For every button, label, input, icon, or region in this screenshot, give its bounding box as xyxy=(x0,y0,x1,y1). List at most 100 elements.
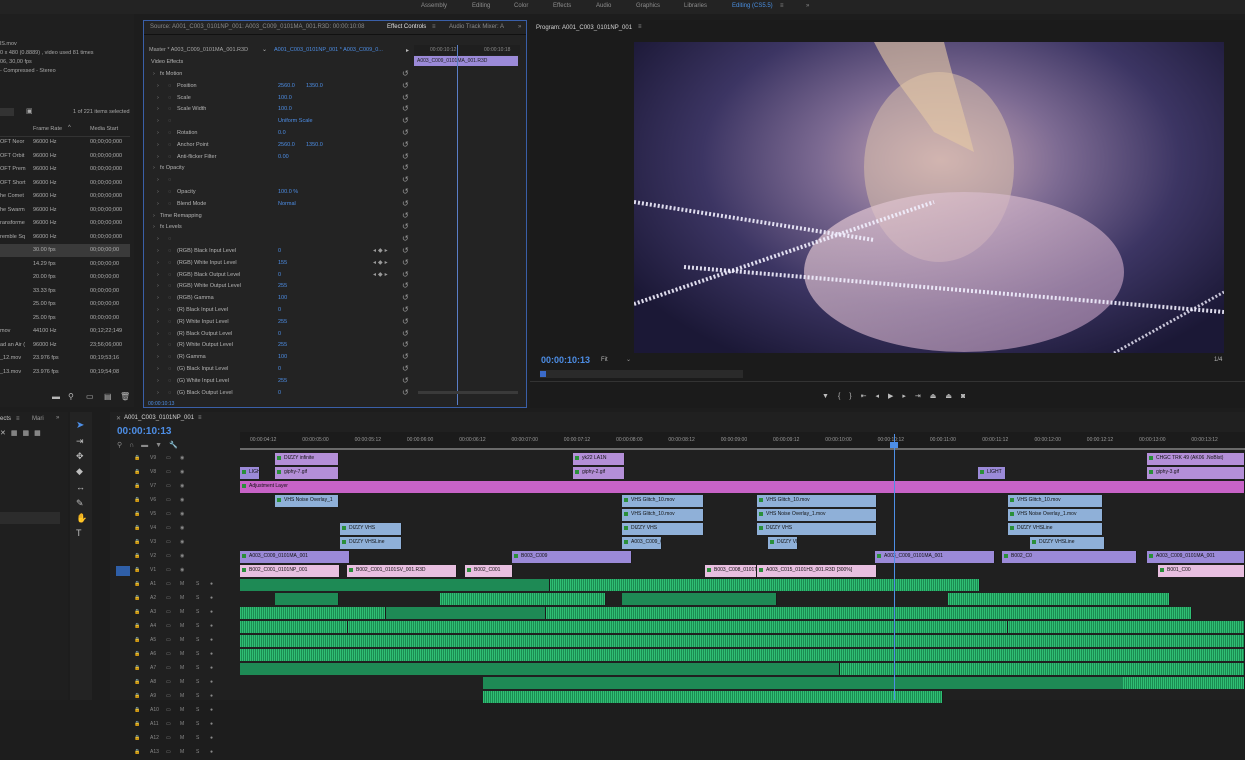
close-icon[interactable]: ✕ xyxy=(0,430,11,437)
lock-icon[interactable]: 🔒 xyxy=(134,539,140,545)
tab-overflow-icon[interactable]: » xyxy=(518,24,521,30)
mute-button[interactable]: M xyxy=(180,651,184,657)
workspace-effects[interactable]: Effects xyxy=(553,3,571,9)
playhead-handle[interactable] xyxy=(890,442,898,448)
timeline-clip[interactable]: LIGHT xyxy=(240,467,260,479)
stopwatch-icon[interactable]: ◌ xyxy=(168,177,171,183)
reset-icon[interactable]: ↺ xyxy=(402,352,409,361)
effect-value[interactable]: 1350.0 xyxy=(306,83,323,89)
timeline-clip[interactable]: DIZZY VHSLine xyxy=(1008,523,1103,535)
sync-icon[interactable]: ▭ xyxy=(166,623,171,629)
project-row[interactable]: OFT Neor 96000 Hz 00;00;00;000 xyxy=(0,136,130,149)
timeline-clip[interactable]: Adjustment Layer xyxy=(240,481,1245,493)
effect-row[interactable]: › ◌ (RGB) Black Input Level 0 ↺ ◂◆▸ xyxy=(144,246,534,258)
effect-value[interactable]: 0 xyxy=(278,331,281,337)
reset-icon[interactable]: ↺ xyxy=(402,199,409,208)
project-row[interactable]: he Swarm 96000 Hz 00;00;00;000 xyxy=(0,204,130,217)
reset-icon[interactable]: ↺ xyxy=(402,246,409,255)
workspace-assembly[interactable]: Assembly xyxy=(421,3,447,9)
timeline-playhead[interactable] xyxy=(894,434,895,700)
lock-icon[interactable]: 🔒 xyxy=(134,483,140,489)
timeline-clip[interactable]: VHS Noise Overlay_1 xyxy=(275,495,339,507)
mute-button[interactable]: M xyxy=(180,735,184,741)
expand-chevron-icon[interactable]: › xyxy=(157,354,159,360)
lock-icon[interactable]: 🔒 xyxy=(134,455,140,461)
project-row[interactable]: _12.mov 23.976 fps 00;19;53;16 xyxy=(0,352,130,365)
workspace-libraries[interactable]: Libraries xyxy=(684,3,707,9)
stopwatch-icon[interactable]: ◌ xyxy=(168,189,171,195)
resolution-select[interactable]: 1/4 xyxy=(1214,357,1222,363)
expand-chevron-icon[interactable]: › xyxy=(157,378,159,384)
sync-icon[interactable]: ▭ xyxy=(166,609,171,615)
audio-track-header[interactable]: 🔒 A5 ▭ M S ● xyxy=(110,634,240,648)
sync-icon[interactable]: ▭ xyxy=(166,679,171,685)
expand-chevron-icon[interactable]: › xyxy=(153,224,155,230)
keyframe-nav-icon[interactable]: ◂◆▸ xyxy=(373,271,390,278)
reset-icon[interactable]: ↺ xyxy=(402,128,409,137)
col-media-start[interactable]: Media Start xyxy=(90,126,118,132)
play-only-icon[interactable]: ▸ xyxy=(406,47,409,54)
grid-icon[interactable]: ▦ xyxy=(23,430,35,437)
timeline-timecode[interactable]: 00:00:10:13 xyxy=(117,426,171,437)
timeline-ruler[interactable]: 00:00:04:12 00:00:05:00 00:00:05:12 00:00:0… xyxy=(240,432,1245,448)
effect-value[interactable]: 0 xyxy=(278,307,281,313)
stopwatch-icon[interactable]: ◌ xyxy=(168,260,171,266)
nest-icon[interactable]: ▬ xyxy=(141,442,155,449)
expand-chevron-icon[interactable]: › xyxy=(157,295,159,301)
effect-row[interactable]: › fx Opacity ↺ xyxy=(144,163,534,175)
workspace-color[interactable]: Color xyxy=(514,3,528,9)
timeline-clip[interactable]: VHS Glitch_10.mov xyxy=(622,495,704,507)
timeline-clip[interactable]: A003_C015_0101H3_001.R3D [300%] xyxy=(757,565,877,577)
timeline-clip[interactable]: VHS Noise Overlay_1.mov xyxy=(757,509,877,521)
chevron-down-icon[interactable]: ⌄ xyxy=(262,46,267,53)
reset-icon[interactable]: ↺ xyxy=(402,329,409,338)
audio-clip[interactable] xyxy=(386,607,546,619)
master-clip[interactable]: Master * A003_C009_0101MA_001.R3D xyxy=(149,47,248,53)
workspace-audio[interactable]: Audio xyxy=(596,3,611,9)
sync-icon[interactable]: ▭ xyxy=(166,665,171,671)
timeline-clip[interactable]: B002_C001_0101SV_001.R3D xyxy=(347,565,457,577)
linked-icon[interactable]: ∩ xyxy=(129,442,141,449)
eye-icon[interactable]: ◉ xyxy=(180,539,184,545)
hand-tool-icon[interactable]: ✋ xyxy=(76,513,87,524)
expand-chevron-icon[interactable]: › xyxy=(153,71,155,77)
effect-row[interactable]: › ◌ Rotation 0.0 ↺ xyxy=(144,128,534,140)
effect-row[interactable]: › ◌ Position 2560.0 1350.0 ↺ xyxy=(144,81,534,93)
timeline-clip[interactable]: DIZZY VHS xyxy=(768,537,798,549)
audio-track-header[interactable]: 🔒 A8 ▭ M S ● xyxy=(110,676,240,690)
type-tool-icon[interactable]: T xyxy=(76,528,82,538)
audio-clip[interactable] xyxy=(240,635,1245,647)
tab-effects[interactable]: ects xyxy=(0,416,11,422)
stopwatch-icon[interactable]: ◌ xyxy=(168,378,171,384)
project-row[interactable]: 20.00 fps 00;00;00;00 xyxy=(0,271,130,284)
mute-button[interactable]: M xyxy=(180,609,184,615)
sequence-tab[interactable]: A001_C003_0101NP_001 xyxy=(124,415,194,421)
lock-icon[interactable]: 🔒 xyxy=(134,581,140,587)
mute-button[interactable]: M xyxy=(180,665,184,671)
solo-button[interactable]: S xyxy=(196,581,199,587)
reset-icon[interactable]: ↺ xyxy=(402,187,409,196)
lock-icon[interactable]: 🔒 xyxy=(134,665,140,671)
effect-row[interactable]: › ◌ (RGB) White Output Level 255 ↺ xyxy=(144,281,534,293)
audio-track-header[interactable]: 🔒 A10 ▭ M S ● xyxy=(110,704,240,718)
zoom-scrollbar[interactable] xyxy=(418,391,518,394)
sync-icon[interactable]: ▭ xyxy=(166,525,171,531)
sync-icon[interactable]: ▭ xyxy=(166,483,171,489)
workspace-graphics[interactable]: Graphics xyxy=(636,3,660,9)
effect-value[interactable]: 2560.0 xyxy=(278,142,295,148)
go-to-out-icon[interactable]: ⇥ xyxy=(915,393,930,400)
stopwatch-icon[interactable]: ◌ xyxy=(168,307,171,313)
ripple-tool-icon[interactable]: ✥ xyxy=(76,451,84,462)
solo-button[interactable]: S xyxy=(196,665,199,671)
stopwatch-icon[interactable]: ◌ xyxy=(168,154,171,160)
reset-icon[interactable]: ↺ xyxy=(402,317,409,326)
video-track-header[interactable]: 🔒 V8 ▭ ◉ xyxy=(110,466,240,480)
effect-value[interactable]: 0 xyxy=(278,272,281,278)
solo-button[interactable]: S xyxy=(196,609,199,615)
effect-row[interactable]: › Time Remapping ↺ xyxy=(144,211,534,223)
mute-button[interactable]: M xyxy=(180,707,184,713)
lock-icon[interactable]: 🔒 xyxy=(134,553,140,559)
fit-chevron-down-icon[interactable]: ⌄ xyxy=(626,356,631,363)
video-track-header[interactable]: 🔒 V6 ▭ ◉ xyxy=(110,494,240,508)
snap-icon[interactable]: ⚲ xyxy=(117,442,129,449)
